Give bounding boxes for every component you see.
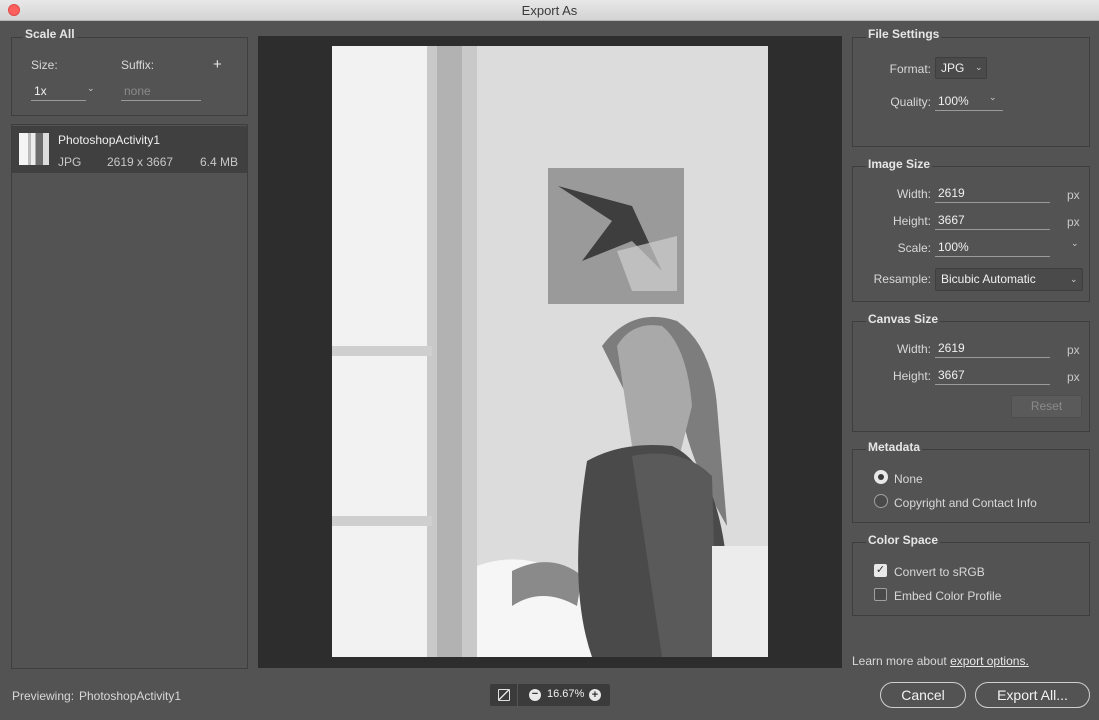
scale-all-group (11, 37, 248, 116)
metadata-copyright-label[interactable]: Copyright and Contact Info (894, 496, 1037, 510)
fit-screen-icon[interactable] (498, 689, 510, 701)
scale-all-title: Scale All (23, 27, 77, 41)
chevron-down-icon: ⌄ (975, 62, 983, 72)
learn-more-prefix: Learn more about (852, 654, 951, 668)
canvas-size-title: Canvas Size (866, 312, 941, 326)
canvas-height-unit: px (1067, 370, 1080, 384)
asset-filesize: 6.4 MB (200, 155, 239, 169)
image-size-title: Image Size (866, 157, 933, 171)
resample-label: Resample: (873, 272, 931, 286)
canvas-width-label: Width: (896, 342, 931, 356)
chevron-down-icon[interactable]: ⌄ (1071, 238, 1079, 249)
asset-format: JPG (58, 155, 82, 169)
suffix-label: Suffix: (121, 58, 155, 72)
metadata-none-radio[interactable] (874, 470, 888, 484)
asset-list (11, 124, 248, 669)
asset-dimensions: 2619 x 3667 (107, 155, 174, 169)
image-width-input[interactable]: 2619 (935, 186, 1050, 203)
previewing-label: Previewing: (12, 689, 75, 703)
canvas-height-label: Height: (892, 369, 931, 383)
format-select[interactable]: JPG ⌄ (935, 57, 987, 79)
size-label: Size: (31, 58, 58, 72)
suffix-input[interactable]: none (121, 84, 201, 101)
format-label: Format: (889, 62, 931, 76)
file-settings-title: File Settings (866, 27, 942, 41)
window-title: Export As (521, 3, 578, 18)
asset-name: PhotoshopActivity1 (58, 133, 161, 147)
photo-illustration (332, 46, 768, 657)
chevron-down-icon[interactable]: ⌄ (989, 92, 997, 103)
image-height-input[interactable]: 3667 (935, 213, 1050, 230)
size-select[interactable]: 1x (31, 84, 86, 101)
previewing-name: PhotoshopActivity1 (79, 689, 182, 703)
preview-image (332, 46, 768, 657)
zoom-in-icon[interactable]: + (589, 689, 601, 701)
image-height-unit: px (1067, 215, 1080, 229)
learn-more-text: Learn more about export options. (852, 654, 1029, 668)
asset-row[interactable]: PhotoshopActivity1 JPG 2619 x 3667 6.4 M… (12, 126, 247, 173)
resample-select[interactable]: Bicubic Automatic ⌄ (935, 268, 1083, 291)
convert-srgb-checkbox[interactable]: ✓ (874, 564, 887, 577)
format-value: JPG (941, 61, 965, 75)
chevron-down-icon[interactable]: ⌄ (87, 83, 95, 94)
add-scale-button[interactable]: + (213, 56, 222, 73)
asset-thumbnail (19, 133, 49, 165)
color-space-group (852, 542, 1090, 616)
embed-profile-checkbox[interactable] (874, 588, 887, 601)
reset-button[interactable]: Reset (1011, 395, 1082, 418)
export-options-link[interactable]: export options. (950, 654, 1029, 668)
image-height-label: Height: (892, 214, 931, 228)
metadata-title: Metadata (866, 440, 923, 454)
resample-value: Bicubic Automatic (941, 272, 1036, 286)
metadata-copyright-radio[interactable] (874, 494, 888, 508)
quality-label: Quality: (890, 95, 931, 109)
image-width-unit: px (1067, 188, 1080, 202)
cancel-button[interactable]: Cancel (880, 682, 966, 708)
zoom-out-icon[interactable]: − (529, 689, 541, 701)
scale-label: Scale: (897, 241, 931, 255)
metadata-none-label[interactable]: None (894, 472, 923, 486)
scale-select[interactable]: 100% (935, 240, 1050, 257)
chevron-down-icon: ⌄ (1070, 274, 1078, 284)
embed-profile-label[interactable]: Embed Color Profile (894, 589, 1001, 603)
canvas-height-input[interactable]: 3667 (935, 368, 1050, 385)
zoom-control: − 16.67% + (490, 684, 610, 706)
canvas-width-input[interactable]: 2619 (935, 341, 1050, 358)
metadata-group (852, 449, 1090, 523)
convert-srgb-label[interactable]: Convert to sRGB (894, 565, 985, 579)
close-window-icon[interactable] (8, 4, 20, 16)
file-settings-group (852, 37, 1090, 147)
zoom-value: 16.67% (547, 688, 585, 700)
color-space-title: Color Space (866, 533, 941, 547)
window-titlebar: Export As (0, 0, 1099, 21)
image-width-label: Width: (896, 187, 931, 201)
zoom-divider (517, 684, 518, 706)
export-all-button[interactable]: Export All... (975, 682, 1090, 708)
canvas-width-unit: px (1067, 343, 1080, 357)
